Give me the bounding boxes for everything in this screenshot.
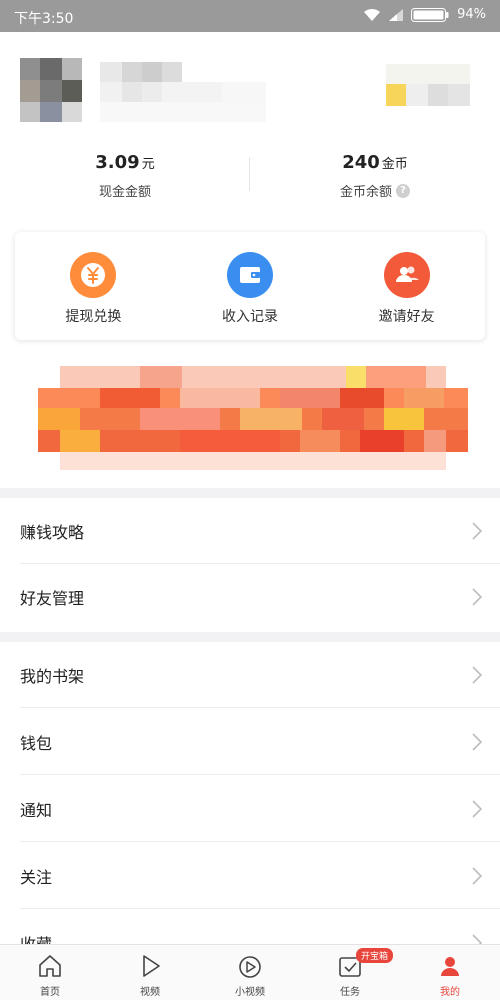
action-withdraw-label: 提现兑换 xyxy=(65,309,122,325)
nav-profile-label: 我的 xyxy=(440,987,460,998)
friends-icon xyxy=(383,252,430,298)
balance-divider xyxy=(249,157,250,191)
menu-divider xyxy=(20,707,500,708)
action-invite-friends[interactable]: 邀请好友 xyxy=(328,232,485,340)
action-withdraw[interactable]: 提现兑换 xyxy=(15,232,172,340)
wifi-icon xyxy=(364,8,381,21)
nav-task[interactable]: 开宝箱 任务 xyxy=(300,945,400,1000)
menu-divider xyxy=(20,908,500,909)
play-icon xyxy=(143,955,160,977)
coin-balance-label-text: 金币余额 xyxy=(339,185,392,200)
nav-home-label: 首页 xyxy=(40,987,60,998)
avatar[interactable] xyxy=(20,58,84,122)
chevron-right-icon xyxy=(472,588,482,606)
bottom-nav: 首页 视频 小视频 开宝箱 任务 我的 xyxy=(0,944,500,1000)
yuan-icon-graphic xyxy=(81,263,106,287)
menu-item-bookshelf[interactable]: 我的书架 xyxy=(0,642,500,708)
menu-item-label: 钱包 xyxy=(20,734,53,753)
menu-divider xyxy=(20,841,500,842)
cash-balance-label: 现金金额 xyxy=(0,181,250,200)
coin-balance-label: 金币余额 ? xyxy=(250,181,500,200)
coin-balance[interactable]: 240 金币 金币余额 ? xyxy=(250,140,500,220)
menu-divider xyxy=(20,774,500,775)
balance-row: 3.09 元 现金金额 240 金币 金币余额 ? xyxy=(0,140,500,220)
cash-unit: 元 xyxy=(141,157,155,172)
treasure-chest-badge: 开宝箱 xyxy=(356,948,394,963)
cash-balance[interactable]: 3.09 元 现金金额 xyxy=(0,140,250,220)
menu-item-label: 关注 xyxy=(20,868,53,887)
menu-item-notifications[interactable]: 通知 xyxy=(0,776,500,842)
chevron-right-icon xyxy=(472,800,482,818)
user-badge-blurred[interactable] xyxy=(386,64,470,106)
promo-banner[interactable] xyxy=(38,366,468,486)
coin-balance-value: 240 金币 xyxy=(250,152,500,173)
chevron-right-icon xyxy=(472,666,482,684)
wallet-icon-graphic xyxy=(240,267,260,283)
menu-item-label: 赚钱攻略 xyxy=(20,523,85,542)
signal-icon xyxy=(389,8,404,21)
wallet-icon xyxy=(227,252,273,298)
menu-item-label: 通知 xyxy=(20,801,53,820)
profile-icon xyxy=(441,957,459,976)
status-time: 下午3:50 xyxy=(14,11,74,27)
battery-icon xyxy=(411,7,449,22)
cash-balance-value: 3.09 元 xyxy=(0,152,250,173)
nav-home[interactable]: 首页 xyxy=(0,945,100,1000)
nav-video[interactable]: 视频 xyxy=(100,945,200,1000)
section-gap xyxy=(0,632,500,642)
status-bar: 下午3:50 94% xyxy=(0,0,500,32)
status-icons: 94% xyxy=(363,7,486,22)
friends-icon-graphic xyxy=(395,266,419,282)
chevron-right-icon xyxy=(472,733,482,751)
nav-profile[interactable]: 我的 xyxy=(400,945,500,1000)
nav-video-label: 视频 xyxy=(140,987,160,998)
action-invite-friends-label: 邀请好友 xyxy=(378,309,435,325)
menu-item-following[interactable]: 关注 xyxy=(0,843,500,909)
nav-short-video-label: 小视频 xyxy=(235,987,265,998)
chevron-right-icon xyxy=(472,867,482,885)
menu-item-wallet[interactable]: 钱包 xyxy=(0,709,500,775)
action-income-records[interactable]: 收入记录 xyxy=(172,232,329,340)
menu-item-label: 好友管理 xyxy=(20,589,85,608)
coin-unit: 金币 xyxy=(381,157,408,172)
user-profile-header[interactable] xyxy=(0,32,500,140)
cash-amount: 3.09 xyxy=(95,152,140,173)
nav-task-label: 任务 xyxy=(340,987,360,998)
section-gap xyxy=(0,488,500,498)
menu-item-earning-guide[interactable]: 赚钱攻略 xyxy=(0,498,500,564)
yuan-icon xyxy=(70,252,117,298)
short-video-icon xyxy=(239,956,261,978)
cash-balance-label-text: 现金金额 xyxy=(98,185,151,200)
action-income-records-label: 收入记录 xyxy=(222,309,278,325)
battery-percent: 94% xyxy=(457,7,486,22)
home-icon xyxy=(39,955,61,977)
menu-item-label: 我的书架 xyxy=(20,667,85,686)
coin-amount: 240 xyxy=(342,152,380,173)
menu-item-friend-management[interactable]: 好友管理 xyxy=(0,564,500,630)
chevron-right-icon xyxy=(472,522,482,540)
nav-short-video[interactable]: 小视频 xyxy=(200,945,300,1000)
quick-actions-card: 提现兑换 收入记录 邀请好友 xyxy=(15,232,485,340)
help-icon[interactable]: ? xyxy=(396,183,410,198)
username-blurred xyxy=(100,62,266,122)
